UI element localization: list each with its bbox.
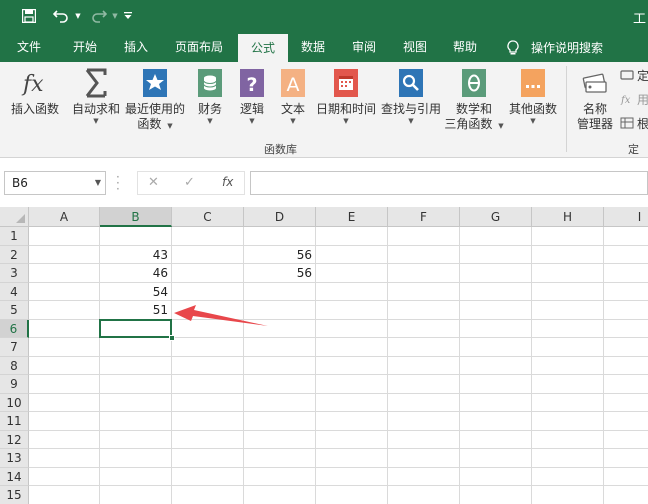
date-time-label: 日期和时间 — [315, 102, 376, 116]
tab-review[interactable]: 审阅 — [341, 33, 387, 62]
tab-insert[interactable]: 插入 — [112, 33, 160, 62]
recently-used-label-1: 最近使用的 — [124, 102, 185, 116]
group-divider — [566, 66, 567, 152]
question-book-icon: ? — [240, 69, 264, 97]
name-box-value: B6 — [12, 176, 28, 190]
chevron-down-icon: ▼ — [343, 117, 349, 125]
title-bar: ▼ ▼ 工 — [0, 0, 648, 33]
tab-page-layout[interactable]: 页面布局 — [165, 33, 233, 62]
create-from-selection-item[interactable]: 根 — [620, 114, 648, 132]
function-library-group-label: 函数库 — [264, 143, 297, 156]
chevron-down-icon: ▼ — [207, 117, 213, 125]
save-icon[interactable] — [20, 7, 38, 25]
financial-label: 财务 — [197, 102, 222, 116]
autosum-button[interactable]: 自动求和 ▼ — [70, 66, 122, 126]
chevron-down-icon[interactable]: ▼ — [95, 172, 101, 194]
theta-book-icon — [462, 69, 486, 97]
calendar-book-icon — [334, 69, 358, 97]
use-in-formula-item[interactable]: fx 用 — [620, 90, 648, 108]
customize-qat-icon[interactable] — [122, 7, 134, 25]
name-manager-label-2: 管理器 — [576, 117, 613, 131]
ribbon-formulas: fx 插入函数 自动求和 ▼ 最近使用的 函数 ▼ 财务 ▼ ? 逻辑 ▼ A … — [0, 62, 648, 172]
logical-button[interactable]: ? 逻辑 ▼ — [234, 66, 270, 126]
worksheet-grid[interactable]: ABCDEFGHI1234567891011121314151643465451… — [0, 207, 648, 504]
name-manager-label-1: 名称 — [582, 102, 607, 116]
logical-label: 逻辑 — [239, 102, 264, 116]
grid-small-icon — [620, 117, 634, 129]
text-function-label: 文本 — [280, 102, 305, 116]
sigma-icon — [85, 68, 107, 98]
more-functions-button[interactable]: 其他函数 ▼ — [506, 66, 560, 126]
lookup-reference-button[interactable]: 查找与引用 ▼ — [380, 66, 442, 126]
tell-me-label: 操作说明搜索 — [531, 41, 604, 55]
tag-icon — [620, 70, 634, 80]
redo-dropdown-icon[interactable]: ▼ — [111, 7, 119, 25]
annotation-arrow — [174, 305, 268, 326]
enter-check-icon[interactable]: ✓ — [184, 175, 195, 190]
autosum-label: 自动求和 — [71, 102, 120, 116]
chevron-down-icon: ▼ — [93, 117, 99, 125]
create-from-selection-label: 根 — [637, 116, 648, 131]
svg-text:fx: fx — [620, 95, 631, 105]
use-in-formula-label: 用 — [637, 92, 648, 107]
lookup-reference-label: 查找与引用 — [380, 102, 441, 116]
math-trig-label-2: 三角函数 — [444, 117, 493, 131]
cancel-icon[interactable]: ✕ — [148, 175, 159, 190]
undo-icon[interactable] — [50, 7, 72, 25]
undo-dropdown-icon[interactable]: ▼ — [74, 7, 82, 25]
svg-text:?: ? — [246, 74, 257, 96]
fx-small-icon: fx — [620, 95, 631, 105]
text-function-button[interactable]: A 文本 ▼ — [276, 66, 310, 126]
insert-function-button[interactable]: fx 插入函数 — [6, 66, 64, 117]
more-functions-label: 其他函数 — [508, 102, 557, 116]
tab-data[interactable]: 数据 — [290, 33, 336, 62]
insert-function-label: 插入函数 — [10, 102, 59, 116]
letter-a-book-icon: A — [281, 69, 305, 97]
arrow-shape — [174, 305, 268, 326]
chevron-down-icon: ▼ — [530, 117, 536, 125]
redo-icon[interactable] — [88, 7, 110, 25]
window-title: 工 — [632, 12, 646, 27]
tab-file[interactable]: 文件 — [6, 33, 52, 62]
define-name-item[interactable]: 定 — [620, 66, 648, 84]
tab-formulas[interactable]: 公式 — [238, 34, 288, 62]
name-manager-button[interactable]: 名称 管理器 — [572, 66, 618, 132]
define-name-label: 定 — [637, 68, 648, 83]
chevron-down-icon: ▼ — [290, 117, 296, 125]
svg-text:A: A — [287, 74, 300, 96]
recently-used-label-2: 函数 — [137, 117, 162, 131]
tab-help[interactable]: 帮助 — [442, 33, 488, 62]
lightbulb-icon — [507, 39, 519, 54]
date-time-button[interactable]: 日期和时间 ▼ — [314, 66, 378, 126]
tab-view[interactable]: 视图 — [392, 33, 438, 62]
svg-text:fx: fx — [21, 72, 44, 97]
magnifier-book-icon — [399, 69, 423, 97]
chevron-down-icon: ▼ — [249, 117, 255, 125]
star-book-icon — [143, 69, 167, 97]
tab-home[interactable]: 开始 — [60, 33, 110, 62]
fx-icon: fx — [21, 72, 44, 97]
formula-buttons: ✕ ✓ fx — [137, 171, 245, 195]
math-trig-button[interactable]: 数学和 三角函数 ▼ — [444, 66, 504, 132]
formula-bar-area: B6 ▼ · · · ✕ ✓ fx — [0, 158, 648, 207]
name-tags-icon — [582, 73, 607, 93]
ribbon-tabs: 文件 开始 插入 页面布局 公式 数据 审阅 视图 帮助 操作说明搜索 — [0, 33, 648, 62]
recently-used-button[interactable]: 最近使用的 函数 ▼ — [124, 66, 186, 132]
chevron-down-icon: ▼ — [408, 117, 414, 125]
coins-book-icon — [198, 69, 222, 97]
math-trig-label-1: 数学和 — [455, 102, 492, 116]
chevron-down-icon: ▼ — [498, 122, 504, 130]
insert-function-fx-icon[interactable]: fx — [222, 175, 233, 189]
name-box[interactable]: B6 ▼ — [4, 171, 106, 195]
tell-me-search[interactable]: 操作说明搜索 — [506, 33, 603, 62]
financial-button[interactable]: 财务 ▼ — [190, 66, 230, 126]
more-options-dots-icon[interactable]: · · · — [116, 171, 120, 195]
dots-book-icon — [521, 69, 545, 97]
chevron-down-icon: ▼ — [167, 122, 173, 130]
formula-input[interactable] — [250, 171, 648, 195]
